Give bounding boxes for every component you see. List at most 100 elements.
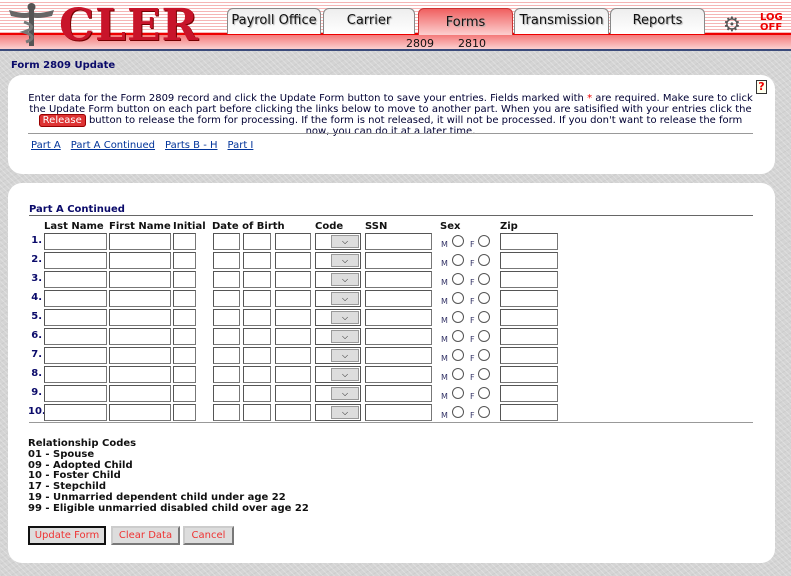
dob-day-input[interactable]	[243, 404, 271, 421]
ssn-input[interactable]	[365, 347, 432, 364]
subnav-2809[interactable]: 2809	[406, 37, 434, 50]
first-name-input[interactable]	[109, 385, 171, 402]
first-name-input[interactable]	[109, 366, 171, 383]
ssn-input[interactable]	[365, 385, 432, 402]
tab-reports[interactable]: Reports	[610, 8, 705, 34]
sex-f-radio[interactable]	[478, 349, 490, 361]
tab-carrier[interactable]: Carrier	[323, 8, 415, 34]
sex-f-radio[interactable]	[478, 292, 490, 304]
code-select[interactable]: ⌵	[315, 233, 361, 250]
last-name-input[interactable]	[44, 309, 107, 326]
sex-m-radio[interactable]	[452, 273, 464, 285]
dob-year-input[interactable]	[275, 271, 311, 288]
dob-year-input[interactable]	[275, 328, 311, 345]
zip-input[interactable]	[500, 233, 558, 250]
first-name-input[interactable]	[109, 328, 171, 345]
clear-data-button[interactable]: Clear Data	[111, 526, 180, 545]
dob-month-input[interactable]	[213, 366, 240, 383]
code-select[interactable]: ⌵	[315, 309, 361, 326]
sex-f-radio[interactable]	[478, 330, 490, 342]
code-select[interactable]: ⌵	[315, 328, 361, 345]
tab-transmission[interactable]: Transmission	[514, 8, 609, 34]
link-part-i[interactable]: Part I	[228, 140, 254, 151]
zip-input[interactable]	[500, 290, 558, 307]
link-parts-b-h[interactable]: Parts B - H	[165, 140, 217, 151]
last-name-input[interactable]	[44, 404, 107, 421]
dob-month-input[interactable]	[213, 404, 240, 421]
ssn-input[interactable]	[365, 366, 432, 383]
initial-input[interactable]	[173, 309, 196, 326]
gear-icon[interactable]: ⚙	[723, 12, 741, 36]
update-form-button[interactable]: Update Form	[28, 526, 106, 545]
tab-payroll-office[interactable]: Payroll Office	[227, 8, 321, 34]
dob-day-input[interactable]	[243, 233, 271, 250]
dob-month-input[interactable]	[213, 252, 240, 269]
first-name-input[interactable]	[109, 252, 171, 269]
sex-f-radio[interactable]	[478, 254, 490, 266]
dob-day-input[interactable]	[243, 385, 271, 402]
dob-year-input[interactable]	[275, 404, 311, 421]
initial-input[interactable]	[173, 271, 196, 288]
zip-input[interactable]	[500, 366, 558, 383]
first-name-input[interactable]	[109, 347, 171, 364]
last-name-input[interactable]	[44, 328, 107, 345]
first-name-input[interactable]	[109, 404, 171, 421]
dob-year-input[interactable]	[275, 290, 311, 307]
ssn-input[interactable]	[365, 252, 432, 269]
code-select[interactable]: ⌵	[315, 385, 361, 402]
sex-m-radio[interactable]	[452, 292, 464, 304]
dob-month-input[interactable]	[213, 385, 240, 402]
zip-input[interactable]	[500, 252, 558, 269]
ssn-input[interactable]	[365, 309, 432, 326]
dob-month-input[interactable]	[213, 309, 240, 326]
zip-input[interactable]	[500, 385, 558, 402]
sex-m-radio[interactable]	[452, 406, 464, 418]
initial-input[interactable]	[173, 252, 196, 269]
initial-input[interactable]	[173, 385, 196, 402]
ssn-input[interactable]	[365, 290, 432, 307]
initial-input[interactable]	[173, 290, 196, 307]
last-name-input[interactable]	[44, 385, 107, 402]
link-part-a[interactable]: Part A	[31, 140, 61, 151]
dob-year-input[interactable]	[275, 366, 311, 383]
link-part-a-continued[interactable]: Part A Continued	[71, 140, 155, 151]
sex-m-radio[interactable]	[452, 235, 464, 247]
dob-year-input[interactable]	[275, 309, 311, 326]
sex-f-radio[interactable]	[478, 406, 490, 418]
initial-input[interactable]	[173, 233, 196, 250]
dob-month-input[interactable]	[213, 328, 240, 345]
ssn-input[interactable]	[365, 233, 432, 250]
dob-year-input[interactable]	[275, 385, 311, 402]
code-select[interactable]: ⌵	[315, 366, 361, 383]
last-name-input[interactable]	[44, 252, 107, 269]
initial-input[interactable]	[173, 366, 196, 383]
dob-year-input[interactable]	[275, 233, 311, 250]
zip-input[interactable]	[500, 328, 558, 345]
dob-day-input[interactable]	[243, 309, 271, 326]
subnav-2810[interactable]: 2810	[458, 37, 486, 50]
sex-m-radio[interactable]	[452, 254, 464, 266]
sex-f-radio[interactable]	[478, 387, 490, 399]
logoff-button[interactable]: LOG OFF	[760, 13, 783, 33]
sex-f-radio[interactable]	[478, 368, 490, 380]
dob-year-input[interactable]	[275, 252, 311, 269]
initial-input[interactable]	[173, 347, 196, 364]
sex-f-radio[interactable]	[478, 235, 490, 247]
sex-m-radio[interactable]	[452, 368, 464, 380]
first-name-input[interactable]	[109, 233, 171, 250]
dob-month-input[interactable]	[213, 290, 240, 307]
dob-month-input[interactable]	[213, 271, 240, 288]
dob-day-input[interactable]	[243, 366, 271, 383]
initial-input[interactable]	[173, 328, 196, 345]
code-select[interactable]: ⌵	[315, 271, 361, 288]
zip-input[interactable]	[500, 309, 558, 326]
sex-f-radio[interactable]	[478, 273, 490, 285]
code-select[interactable]: ⌵	[315, 347, 361, 364]
help-icon[interactable]: ?	[756, 80, 767, 94]
last-name-input[interactable]	[44, 347, 107, 364]
code-select[interactable]: ⌵	[315, 290, 361, 307]
first-name-input[interactable]	[109, 271, 171, 288]
dob-day-input[interactable]	[243, 271, 271, 288]
dob-day-input[interactable]	[243, 252, 271, 269]
dob-month-input[interactable]	[213, 347, 240, 364]
